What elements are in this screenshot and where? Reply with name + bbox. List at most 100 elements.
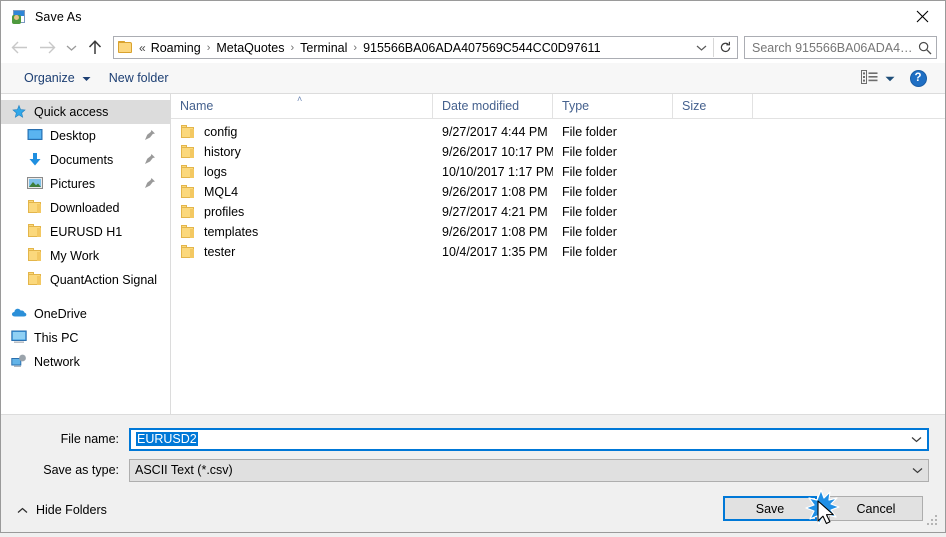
- sidebar-item-label: OneDrive: [34, 307, 87, 321]
- address-bar[interactable]: « Roaming › MetaQuotes › Terminal › 9155…: [113, 36, 738, 59]
- table-row[interactable]: tester 10/4/2017 1:35 PM File folder: [171, 242, 945, 262]
- file-date: 9/26/2017 1:08 PM: [442, 225, 548, 239]
- back-arrow-icon[interactable]: [5, 35, 33, 61]
- table-row[interactable]: MQL4 9/26/2017 1:08 PM File folder: [171, 182, 945, 202]
- sidebar-item-this-pc[interactable]: This PC: [1, 326, 170, 350]
- save-as-icon: [11, 9, 27, 25]
- sidebar-item-eurusd-h1[interactable]: EURUSD H1: [1, 220, 170, 244]
- this-pc-icon: [11, 330, 27, 346]
- sidebar-item-desktop[interactable]: Desktop: [1, 124, 170, 148]
- file-rows: config 9/27/2017 4:44 PM File folder his…: [171, 119, 945, 414]
- sidebar-item-label: Downloaded: [50, 201, 120, 215]
- refresh-icon[interactable]: [714, 37, 737, 58]
- hide-folders-label: Hide Folders: [36, 503, 107, 517]
- sidebar-item-documents[interactable]: Documents: [1, 148, 170, 172]
- sidebar-item-network[interactable]: Network: [1, 350, 170, 374]
- column-header-name[interactable]: Name ˄: [171, 93, 433, 119]
- close-icon[interactable]: [899, 1, 945, 31]
- file-name: tester: [204, 245, 236, 259]
- file-type: File folder: [562, 125, 617, 139]
- file-date: 9/27/2017 4:44 PM: [442, 125, 548, 139]
- window-title: Save As: [35, 9, 82, 24]
- folder-icon: [180, 165, 196, 179]
- cancel-label: Cancel: [856, 501, 896, 516]
- toolbar: Organize New folder ?: [1, 63, 945, 94]
- table-row[interactable]: config 9/27/2017 4:44 PM File folder: [171, 122, 945, 142]
- sidebar-item-quantaction-signal[interactable]: QuantAction Signal: [1, 268, 170, 292]
- pin-icon[interactable]: [144, 129, 156, 141]
- search-box[interactable]: Search 915566BA06ADA40756...: [744, 36, 937, 59]
- sidebar-item-label: EURUSD H1: [50, 225, 123, 239]
- file-name: templates: [204, 225, 259, 239]
- help-button[interactable]: ?: [903, 66, 933, 90]
- new-folder-button[interactable]: New folder: [100, 66, 178, 90]
- file-date: 9/26/2017 1:08 PM: [442, 185, 548, 199]
- save-button[interactable]: Save: [723, 496, 817, 521]
- save-as-dialog: Save As « Roaming › MetaQuotes › Termina…: [0, 0, 946, 533]
- sidebar-item-label: Desktop: [50, 129, 96, 143]
- title-bar: Save As: [1, 1, 945, 32]
- folder-icon: [180, 185, 196, 199]
- save-as-type-field[interactable]: ASCII Text (*.csv): [129, 458, 929, 482]
- file-type: File folder: [562, 145, 617, 159]
- sidebar-item-label: Pictures: [50, 177, 96, 191]
- search-input[interactable]: Search 915566BA06ADA40756...: [752, 41, 918, 55]
- change-view-button[interactable]: [855, 66, 901, 90]
- column-header-size[interactable]: Size: [673, 93, 753, 119]
- pin-icon[interactable]: [144, 177, 156, 189]
- forward-arrow-icon[interactable]: [33, 35, 61, 61]
- file-name-label: File name:: [60, 432, 119, 446]
- save-label: Save: [755, 501, 785, 516]
- file-name: profiles: [204, 205, 245, 219]
- recent-locations-chevron-down-icon[interactable]: [61, 35, 81, 61]
- sidebar-item-downloaded[interactable]: Downloaded: [1, 196, 170, 220]
- sidebar-item-label: Documents: [50, 153, 114, 167]
- sidebar-item-label: My Work: [50, 249, 100, 263]
- sidebar-item-onedrive[interactable]: OneDrive: [1, 302, 170, 326]
- sidebar-item-pictures[interactable]: Pictures: [1, 172, 170, 196]
- file-name-chevron-down-icon[interactable]: [905, 436, 927, 443]
- dialog-buttons: Save Cancel: [723, 496, 923, 521]
- breadcrumb-separator[interactable]: ›: [351, 42, 359, 54]
- table-row[interactable]: templates 9/26/2017 1:08 PM File folder: [171, 222, 945, 242]
- folder-icon: [180, 145, 196, 159]
- file-date: 9/26/2017 10:17 PM: [442, 145, 553, 159]
- column-header-type[interactable]: Type: [553, 93, 673, 119]
- chevron-down-icon: [82, 71, 91, 85]
- sidebar-item-label: Network: [34, 355, 80, 369]
- breadcrumb-overflow[interactable]: «: [138, 41, 147, 55]
- breadcrumb-separator[interactable]: ›: [288, 42, 296, 54]
- file-date: 10/10/2017 1:17 PM: [442, 165, 553, 179]
- breadcrumb-item-metaquotes[interactable]: MetaQuotes: [212, 40, 288, 56]
- folder-icon: [118, 41, 133, 54]
- breadcrumb-item-instance-id[interactable]: 915566BA06ADA407569C544CC0D97611: [359, 40, 604, 56]
- file-type: File folder: [562, 185, 617, 199]
- file-name-field[interactable]: EURUSD2: [129, 427, 929, 451]
- hide-folders-button[interactable]: Hide Folders: [17, 503, 107, 517]
- save-as-type-chevron-down-icon[interactable]: [906, 467, 928, 474]
- pin-icon[interactable]: [144, 153, 156, 165]
- file-list-pane: Name ˄ Date modified Type Size config 9/…: [171, 93, 945, 414]
- column-header-date-modified[interactable]: Date modified: [433, 93, 553, 119]
- save-form: File name: EURUSD2 Save as type: ASCII T…: [1, 414, 945, 488]
- table-row[interactable]: history 9/26/2017 10:17 PM File folder: [171, 142, 945, 162]
- organize-label: Organize: [24, 71, 75, 85]
- sidebar-item-quick-access[interactable]: Quick access: [1, 100, 170, 124]
- address-dropdown-chevron-down-icon[interactable]: [689, 37, 713, 58]
- table-row[interactable]: logs 10/10/2017 1:17 PM File folder: [171, 162, 945, 182]
- table-row[interactable]: profiles 9/27/2017 4:21 PM File folder: [171, 202, 945, 222]
- resize-grip[interactable]: [927, 515, 939, 527]
- breadcrumb-item-terminal[interactable]: Terminal: [296, 40, 351, 56]
- search-icon[interactable]: [918, 41, 932, 55]
- up-arrow-icon[interactable]: [81, 35, 109, 61]
- breadcrumb-separator[interactable]: ›: [205, 42, 213, 54]
- breadcrumb-item-roaming[interactable]: Roaming: [147, 40, 205, 56]
- breadcrumb: « Roaming › MetaQuotes › Terminal › 9155…: [138, 40, 689, 56]
- dialog-body: Quick access Desktop Documents Pictures …: [1, 93, 945, 414]
- sidebar-item-my-work[interactable]: My Work: [1, 244, 170, 268]
- organize-button[interactable]: Organize: [15, 66, 100, 90]
- cancel-button[interactable]: Cancel: [829, 496, 923, 521]
- network-icon: [11, 354, 27, 370]
- file-name: config: [204, 125, 238, 139]
- column-headers: Name ˄ Date modified Type Size: [171, 93, 945, 119]
